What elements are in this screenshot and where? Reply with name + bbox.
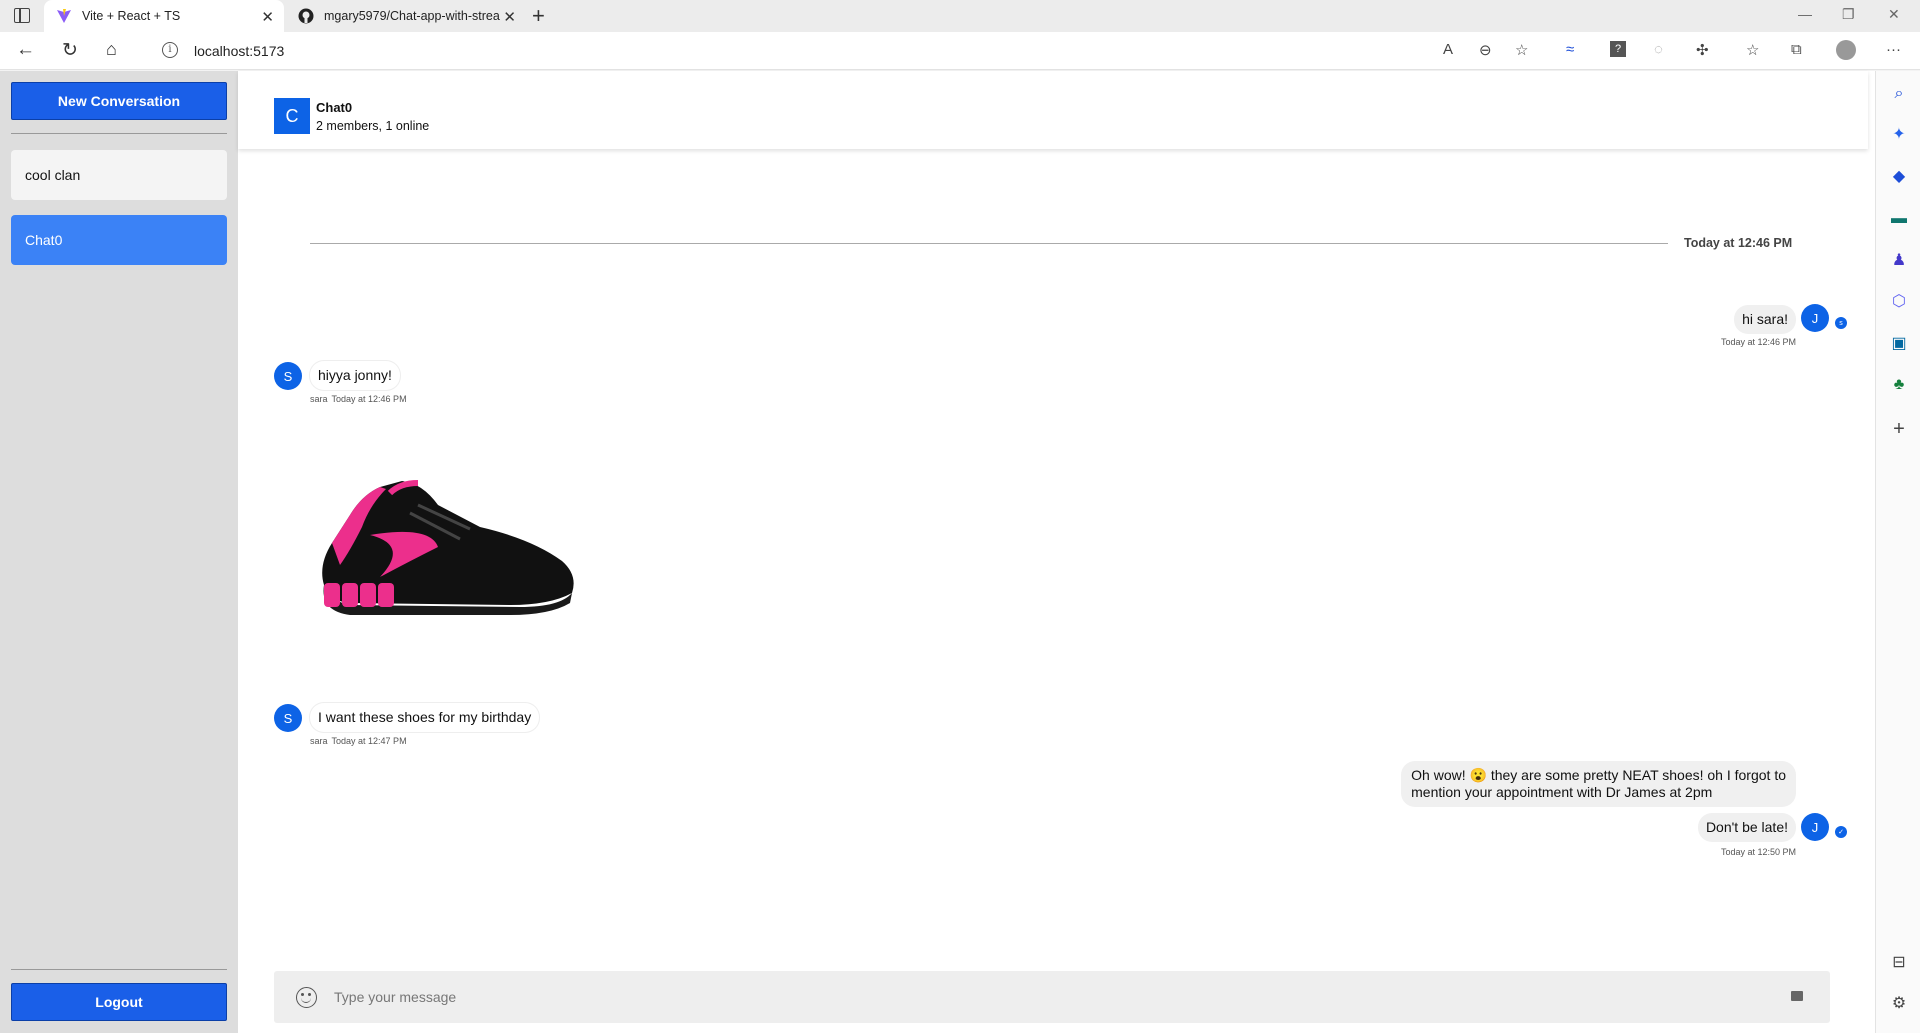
extension-help-icon[interactable]: ? bbox=[1610, 41, 1626, 57]
sidebar-settings-icon[interactable]: ⚙ bbox=[1890, 995, 1908, 1013]
close-tab-icon[interactable]: ✕ bbox=[261, 8, 274, 26]
conversation-item-cool-clan[interactable]: cool clan bbox=[11, 150, 227, 200]
outlook-icon[interactable]: ▣ bbox=[1890, 335, 1908, 353]
office-icon[interactable]: ⬡ bbox=[1890, 293, 1908, 311]
new-tab-icon[interactable]: + bbox=[532, 3, 545, 29]
collections-icon[interactable]: ⧉ bbox=[1791, 41, 1802, 58]
message-composer bbox=[274, 971, 1830, 1023]
more-menu-icon[interactable]: ··· bbox=[1886, 41, 1901, 58]
favorites-icon[interactable]: ☆ bbox=[1746, 41, 1759, 59]
sidebar-divider bbox=[11, 133, 227, 134]
url-text: localhost:5173 bbox=[194, 43, 285, 59]
message-bubble-outgoing[interactable]: Don't be late! bbox=[1697, 813, 1796, 842]
tree-icon[interactable]: ♣ bbox=[1890, 376, 1908, 394]
tab-title: mgary5979/Chat-app-with-strea bbox=[324, 9, 500, 23]
date-separator-line bbox=[310, 243, 1668, 244]
hide-sidebar-icon[interactable]: ⊟ bbox=[1890, 954, 1908, 972]
message-author: sara bbox=[310, 394, 328, 404]
zoom-out-icon[interactable]: ⊖ bbox=[1479, 41, 1492, 59]
tab-actions-icon[interactable] bbox=[14, 8, 30, 23]
back-icon[interactable]: ← bbox=[16, 39, 35, 61]
read-aloud-icon[interactable]: A bbox=[1443, 41, 1453, 58]
home-icon[interactable]: ⌂ bbox=[106, 39, 117, 60]
tab-vite[interactable]: Vite + React + TS ✕ bbox=[44, 0, 284, 32]
message-text-line: Oh wow! 😮 they are some pretty NEAT shoe… bbox=[1411, 767, 1786, 783]
profile-avatar[interactable] bbox=[1836, 40, 1856, 60]
address-bar[interactable]: i localhost:5173 bbox=[144, 36, 1574, 66]
sidebar: New Conversation cool clan Chat0 Logout bbox=[0, 71, 238, 1033]
message-timestamp: Today at 12:50 PM bbox=[1720, 847, 1796, 857]
extension-gray-icon[interactable]: ◌ bbox=[1654, 41, 1663, 58]
avatar: J bbox=[1801, 813, 1829, 841]
message-timestamp: Today at 12:46 PM bbox=[1720, 337, 1796, 347]
copilot-icon[interactable]: ✦ bbox=[1890, 126, 1908, 144]
close-tab-icon[interactable]: ✕ bbox=[503, 8, 516, 26]
favorite-add-icon[interactable]: ☆ bbox=[1515, 41, 1528, 59]
message-bubble-outgoing[interactable]: Oh wow! 😮 they are some pretty NEAT shoe… bbox=[1401, 761, 1796, 807]
extension-wave-icon[interactable]: ≈ bbox=[1566, 41, 1574, 58]
browser-tab-bar: Vite + React + TS ✕ mgary5979/Chat-app-w… bbox=[0, 0, 1920, 32]
site-info-icon[interactable]: i bbox=[162, 42, 178, 58]
channel-member-status: 2 members, 1 online bbox=[316, 119, 430, 133]
tab-title: Vite + React + TS bbox=[82, 9, 181, 23]
read-receipt-avatar: s bbox=[1835, 317, 1847, 329]
vite-icon bbox=[56, 8, 72, 24]
add-sidebar-app-icon[interactable]: + bbox=[1890, 419, 1908, 439]
attach-image-icon[interactable] bbox=[1791, 991, 1803, 1001]
extensions-icon[interactable]: ✣ bbox=[1696, 41, 1709, 59]
conversation-item-chat0[interactable]: Chat0 bbox=[11, 215, 227, 265]
emoji-picker-icon[interactable] bbox=[296, 987, 317, 1008]
message-bubble-outgoing[interactable]: hi sara! bbox=[1734, 305, 1796, 334]
close-window-icon[interactable]: ✕ bbox=[1888, 6, 1900, 23]
message-meta: sara Today at 12:47 PM bbox=[310, 736, 407, 746]
message-text-line: mention your appointment with Dr James a… bbox=[1411, 784, 1713, 800]
sidebar-divider bbox=[11, 969, 227, 970]
chat-app: New Conversation cool clan Chat0 Logout … bbox=[0, 71, 1875, 1033]
message-author: sara bbox=[310, 736, 328, 746]
restore-icon[interactable]: ❐ bbox=[1842, 6, 1855, 23]
avatar: S bbox=[274, 362, 302, 390]
new-conversation-button[interactable]: New Conversation bbox=[11, 82, 227, 120]
channel-avatar: C bbox=[274, 98, 310, 134]
message-input[interactable] bbox=[334, 981, 1734, 1013]
message-bubble-incoming[interactable]: hiyya jonny! bbox=[310, 361, 400, 390]
search-icon[interactable]: ⌕ bbox=[1890, 85, 1908, 103]
message-timestamp: Today at 12:46 PM bbox=[331, 394, 407, 404]
tools-icon[interactable]: ▬ bbox=[1890, 210, 1908, 228]
refresh-icon[interactable]: ↻ bbox=[62, 39, 78, 62]
message-bubble-incoming[interactable]: I want these shoes for my birthday bbox=[310, 703, 540, 732]
edge-sidebar: ⌕ ✦ ◆ ▬ ♟ ⬡ ▣ ♣ + ⊟ ⚙ bbox=[1875, 71, 1920, 1033]
games-icon[interactable]: ♟ bbox=[1890, 252, 1908, 270]
date-separator: Today at 12:46 PM bbox=[1684, 236, 1793, 250]
avatar: J bbox=[1801, 304, 1829, 332]
channel-title: Chat0 bbox=[316, 100, 353, 115]
browser-toolbar: ← ↻ ⌂ i localhost:5173 A ⊖ ☆ ≈ ? ◌ ✣ ☆ ⧉… bbox=[0, 32, 1920, 70]
github-icon bbox=[298, 8, 314, 24]
tab-github[interactable]: mgary5979/Chat-app-with-strea ✕ bbox=[286, 0, 526, 32]
chat-header: C Chat0 2 members, 1 online bbox=[238, 71, 1868, 149]
delivered-check-icon: ✓ bbox=[1835, 826, 1847, 838]
shoe-image-attachment[interactable] bbox=[310, 465, 580, 615]
chat-panel: C Chat0 2 members, 1 online Today at 12:… bbox=[238, 71, 1868, 1033]
message-timestamp: Today at 12:47 PM bbox=[331, 736, 407, 746]
avatar: S bbox=[274, 704, 302, 732]
shopping-tag-icon[interactable]: ◆ bbox=[1890, 168, 1908, 186]
logout-button[interactable]: Logout bbox=[11, 983, 227, 1021]
message-meta: sara Today at 12:46 PM bbox=[310, 394, 407, 404]
minimize-icon[interactable]: — bbox=[1798, 6, 1812, 22]
